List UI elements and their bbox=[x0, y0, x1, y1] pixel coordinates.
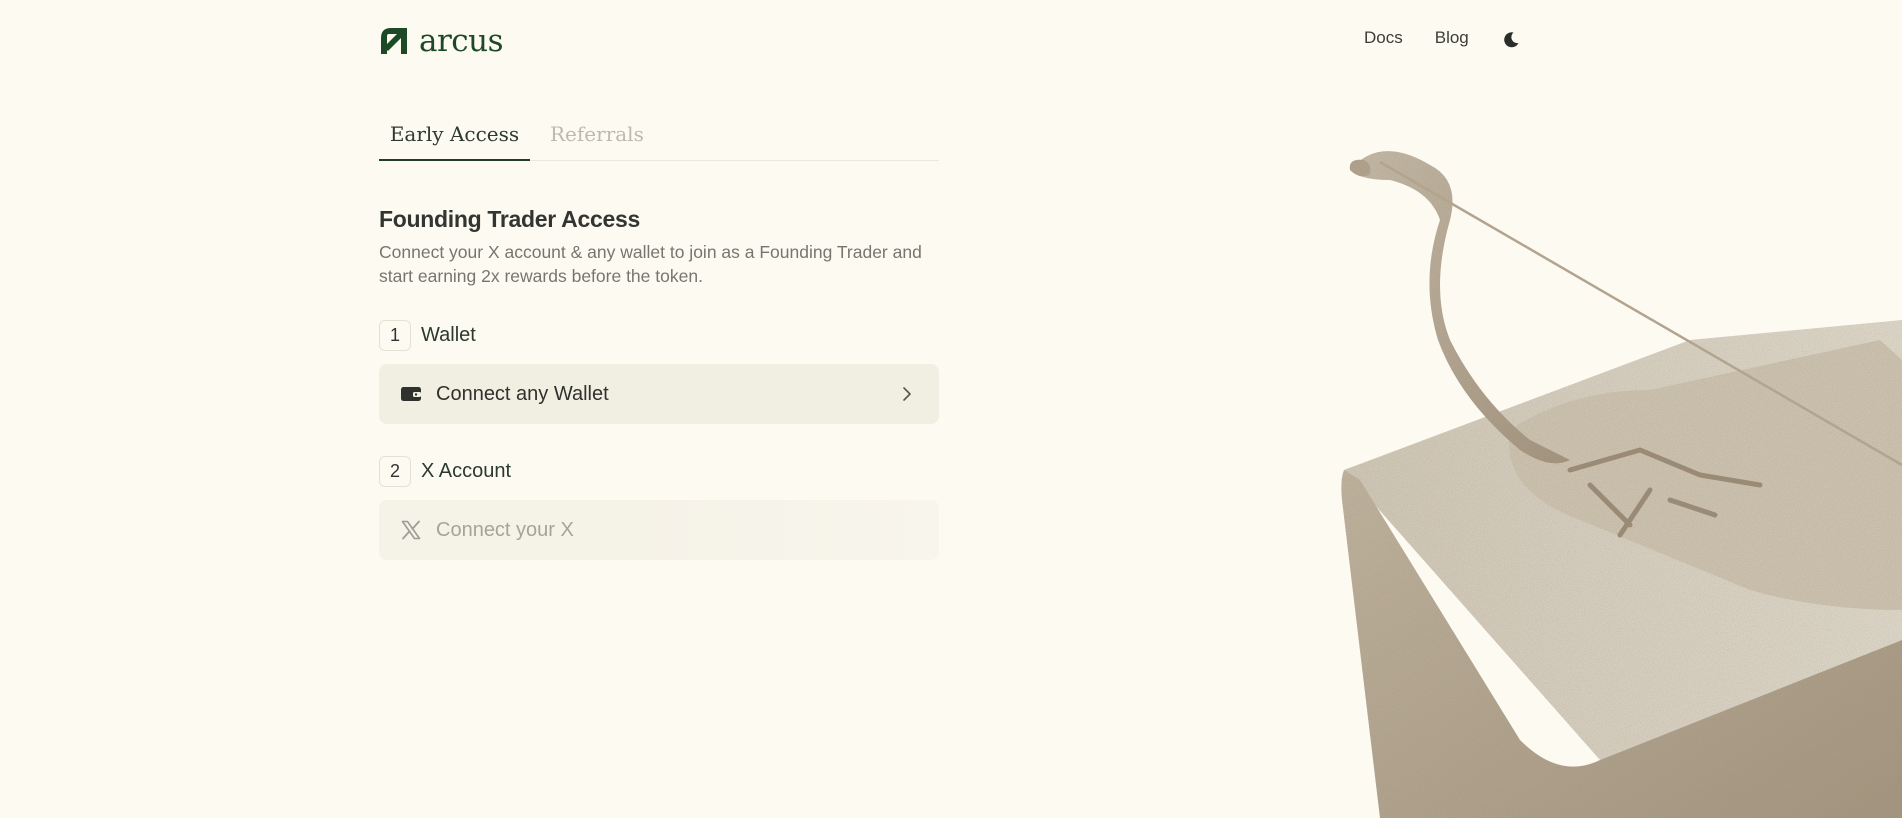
tab-early-access[interactable]: Early Access bbox=[379, 118, 530, 161]
nav-blog-link[interactable]: Blog bbox=[1435, 28, 1469, 48]
wallet-icon bbox=[400, 383, 422, 405]
connect-x-button[interactable]: Connect your X bbox=[379, 500, 939, 560]
page-title: Founding Trader Access bbox=[379, 206, 640, 232]
step-label: X Account bbox=[421, 460, 512, 482]
nav-docs-link[interactable]: Docs bbox=[1364, 28, 1403, 48]
connect-wallet-button[interactable]: Connect any Wallet bbox=[379, 364, 939, 424]
x-logo-icon bbox=[400, 519, 422, 541]
connect-x-label: Connect your X bbox=[436, 518, 574, 541]
tab-bar: Early Access Referrals bbox=[379, 118, 939, 161]
step-x-account: 2 X Account bbox=[379, 456, 511, 487]
page-description: Connect your X account & any wallet to j… bbox=[379, 242, 922, 286]
step-wallet: 1 Wallet bbox=[379, 320, 476, 351]
step-number: 1 bbox=[379, 320, 411, 351]
top-nav: Docs Blog bbox=[1364, 28, 1469, 48]
page: arcus Docs Blog Early Access Referrals F… bbox=[0, 0, 1902, 818]
connect-wallet-label: Connect any Wallet bbox=[436, 382, 609, 405]
moon-icon[interactable] bbox=[1500, 29, 1522, 51]
arcus-logo-icon bbox=[381, 28, 407, 54]
chevron-right-icon bbox=[903, 387, 911, 401]
brand-name: arcus bbox=[419, 23, 504, 59]
tab-referrals[interactable]: Referrals bbox=[550, 118, 644, 161]
brand-logo[interactable]: arcus bbox=[379, 23, 504, 59]
step-number: 2 bbox=[379, 456, 411, 487]
bow-artwork-image bbox=[1341, 151, 1902, 818]
step-label: Wallet bbox=[421, 324, 476, 346]
